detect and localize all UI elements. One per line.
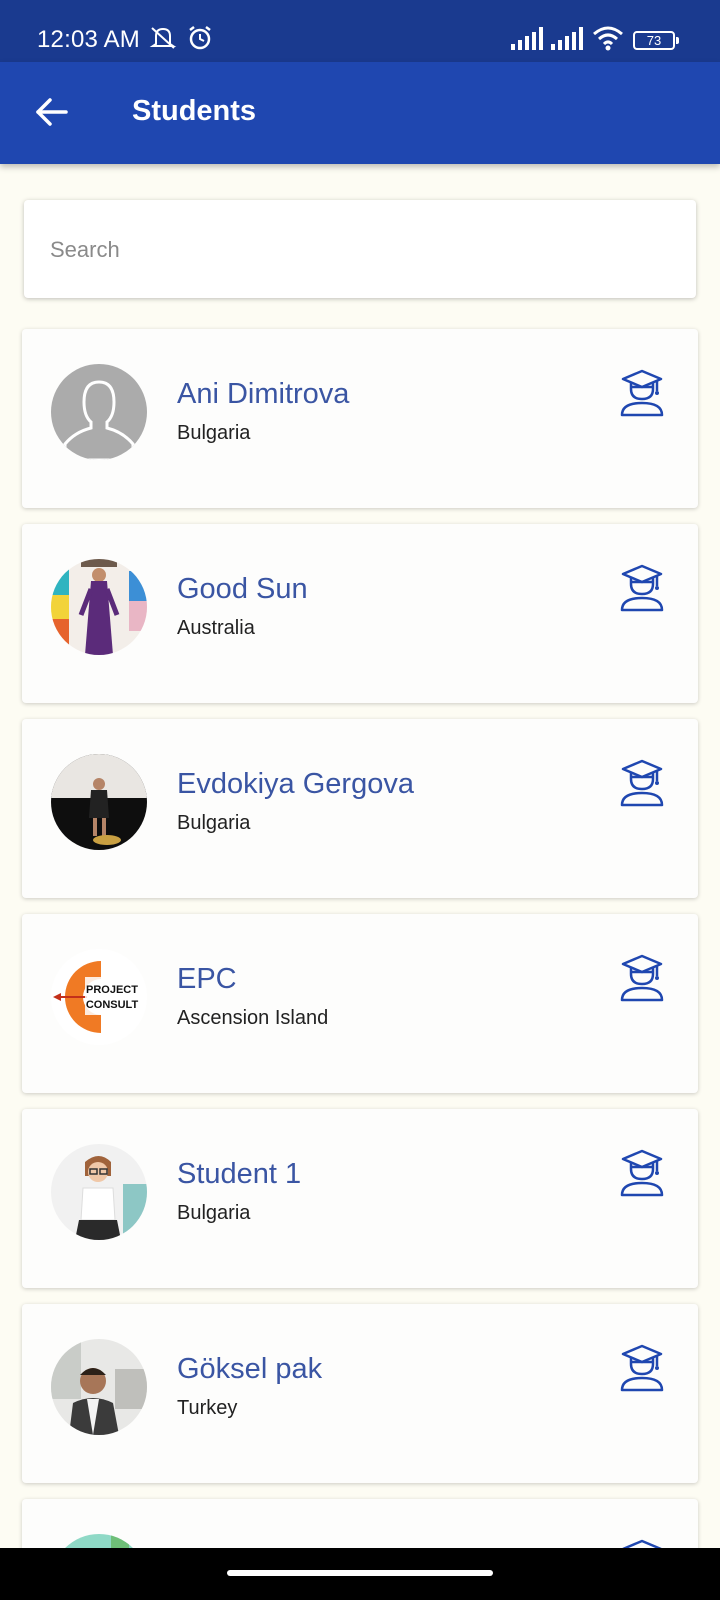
student-card[interactable]: Good Sun Australia (22, 524, 698, 703)
student-country: Bulgaria (177, 422, 251, 444)
status-time: 12:03 AM (37, 26, 141, 53)
student-card[interactable]: Evdokiya Gergova Bulgaria (22, 719, 698, 898)
alarm-icon (189, 26, 211, 50)
student-country: Bulgaria (177, 812, 251, 834)
app-bar: Students (0, 62, 720, 164)
avatar-photo (51, 1144, 147, 1240)
avatar-logo: PROJECT CONSULT (51, 949, 147, 1045)
svg-text:CONSULT: CONSULT (86, 999, 139, 1011)
avatar-photo (51, 1339, 147, 1435)
student-graduate-icon[interactable] (617, 1342, 667, 1392)
student-name: Student 1 (177, 1158, 302, 1190)
back-button[interactable] (28, 88, 76, 136)
avatar-photo (51, 559, 147, 655)
search-box[interactable] (24, 200, 696, 298)
home-indicator[interactable] (227, 1570, 493, 1576)
student-graduate-icon[interactable] (617, 757, 667, 807)
student-name: Ani Dimitrova (177, 378, 350, 410)
student-list: Ani Dimitrova Bulgaria Good Sun Australi… (22, 329, 698, 1575)
signal-icon (511, 27, 543, 50)
student-country: Ascension Island (177, 1007, 329, 1029)
student-name: Good Sun (177, 573, 308, 605)
svg-text:PROJECT: PROJECT (86, 984, 138, 996)
battery-icon: 73 (633, 31, 679, 50)
wifi-icon (593, 26, 623, 51)
student-country: Bulgaria (177, 1202, 251, 1224)
arrow-back-icon (36, 98, 68, 126)
avatar-placeholder (51, 364, 147, 460)
student-name: EPC (177, 963, 237, 995)
navigation-bar (0, 1548, 720, 1600)
status-bar: 12:03 AM 73 (0, 0, 720, 62)
student-country: Turkey (177, 1397, 238, 1419)
student-graduate-icon[interactable] (617, 367, 667, 417)
student-graduate-icon[interactable] (617, 1147, 667, 1197)
search-input[interactable] (48, 229, 672, 271)
student-graduate-icon[interactable] (617, 952, 667, 1002)
student-card[interactable]: Göksel pak Turkey (22, 1304, 698, 1483)
student-graduate-icon[interactable] (617, 562, 667, 612)
page-title: Students (132, 95, 257, 127)
muted-notifications-icon (149, 27, 177, 49)
student-card[interactable]: Student 1 Bulgaria (22, 1109, 698, 1288)
student-country: Australia (177, 617, 255, 639)
student-name: Göksel pak (177, 1353, 323, 1385)
signal-icon (551, 27, 583, 50)
avatar-photo (51, 754, 147, 850)
student-card[interactable]: Ani Dimitrova Bulgaria (22, 329, 698, 508)
student-card[interactable]: PROJECT CONSULT EPC Ascension Island (22, 914, 698, 1093)
student-name: Evdokiya Gergova (177, 768, 414, 800)
